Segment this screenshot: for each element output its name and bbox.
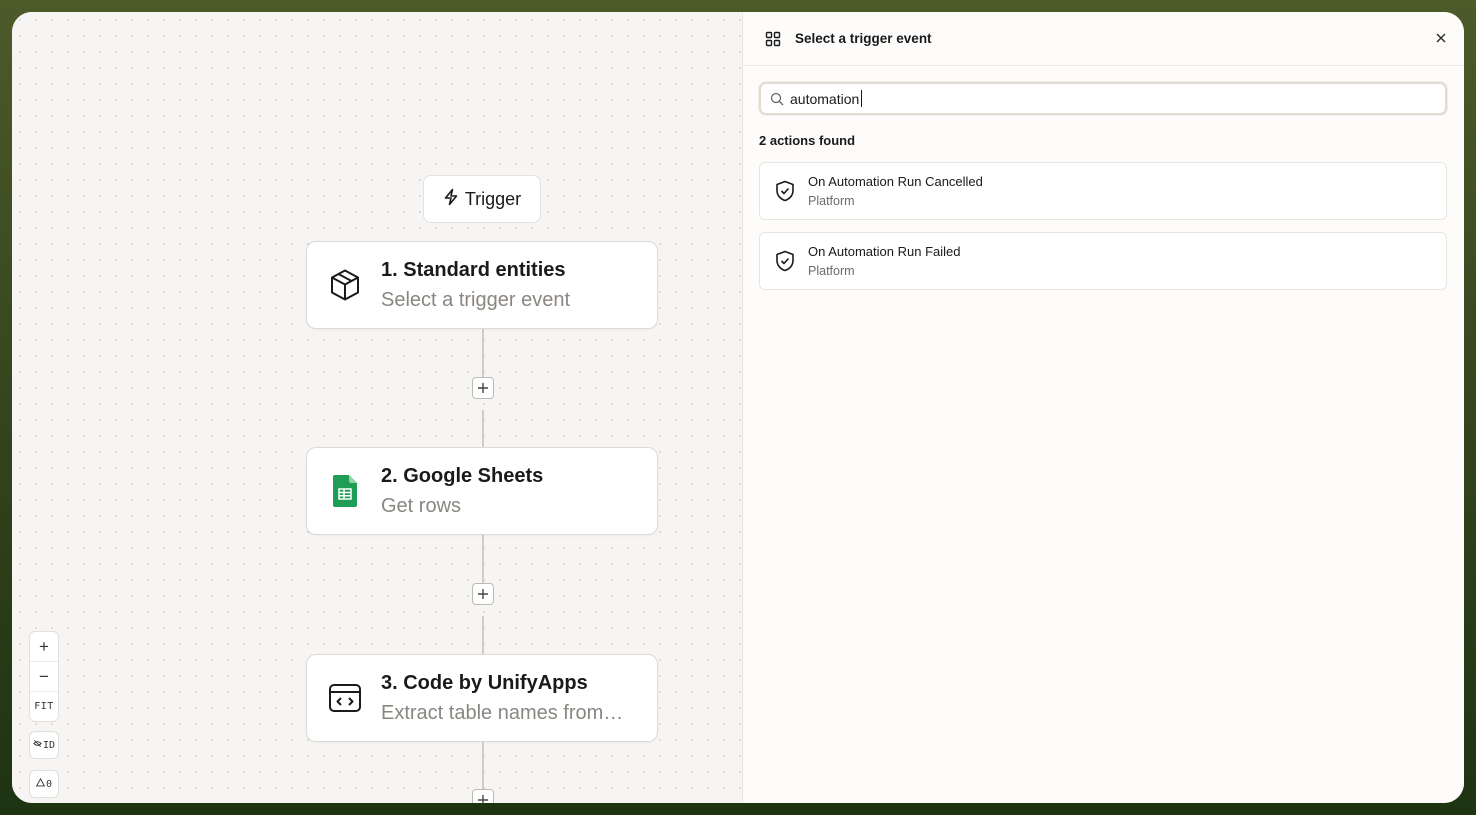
connector-line [482,616,484,654]
trigger-label: Trigger [464,188,522,209]
text-caret [861,90,862,107]
result-subtitle: Platform [808,193,855,208]
add-step-button[interactable] [472,377,494,399]
trigger-button[interactable]: Trigger [423,175,541,223]
eye-off-icon [33,739,42,751]
panel-header: Select a trigger event [743,12,1464,66]
trigger-event-panel: Select a trigger event 2 actions found O… [742,12,1464,803]
node-subtitle: Extract table names from… [381,701,624,724]
search-icon [770,92,784,106]
add-step-button[interactable] [472,789,494,803]
close-icon[interactable] [1434,31,1448,45]
connector-line [482,410,484,447]
result-title: On Automation Run Cancelled [808,173,983,189]
node-title: 2. Google Sheets [381,464,544,487]
workflow-canvas[interactable]: Trigger 1. Standard entities Select a tr… [12,12,742,803]
results-count: 2 actions found [759,133,856,148]
result-item-automation-run-cancelled[interactable]: On Automation Run Cancelled Platform [759,162,1447,220]
warning-icon [35,777,46,790]
toggle-id-button[interactable]: ID [29,731,59,759]
zoom-in-button[interactable]: + [30,632,58,662]
workflow-node-code-by-unifyapps[interactable]: 3. Code by UnifyApps Extract table names… [306,654,658,742]
fit-view-button[interactable]: FIT [30,692,58,721]
search-box [759,82,1447,115]
app-window: Trigger 1. Standard entities Select a tr… [12,12,1464,803]
grid-icon [765,31,781,47]
node-subtitle: Get rows [381,494,462,517]
cube-icon [325,265,365,305]
node-title: 3. Code by UnifyApps [381,671,588,694]
search-input[interactable] [790,90,862,107]
connector-line [482,740,484,790]
google-sheets-icon [325,471,365,511]
warnings-count: 0 [45,778,53,790]
code-window-icon [325,678,365,718]
add-step-button[interactable] [472,583,494,605]
shield-check-icon [774,180,796,202]
result-subtitle: Platform [808,263,855,278]
workflow-node-standard-entities[interactable]: 1. Standard entities Select a trigger ev… [306,241,658,329]
result-title: On Automation Run Failed [808,243,961,259]
zoom-controls: + − FIT [29,631,59,722]
workflow-node-google-sheets[interactable]: 2. Google Sheets Get rows [306,447,658,535]
node-title: 1. Standard entities [381,258,566,281]
id-label: ID [42,739,56,751]
node-subtitle: Select a trigger event [381,288,570,311]
lightning-icon [443,188,459,211]
shield-check-icon [774,250,796,272]
panel-title: Select a trigger event [795,31,932,46]
warnings-button[interactable]: 0 [29,770,59,798]
zoom-out-button[interactable]: − [30,662,58,692]
result-item-automation-run-failed[interactable]: On Automation Run Failed Platform [759,232,1447,290]
